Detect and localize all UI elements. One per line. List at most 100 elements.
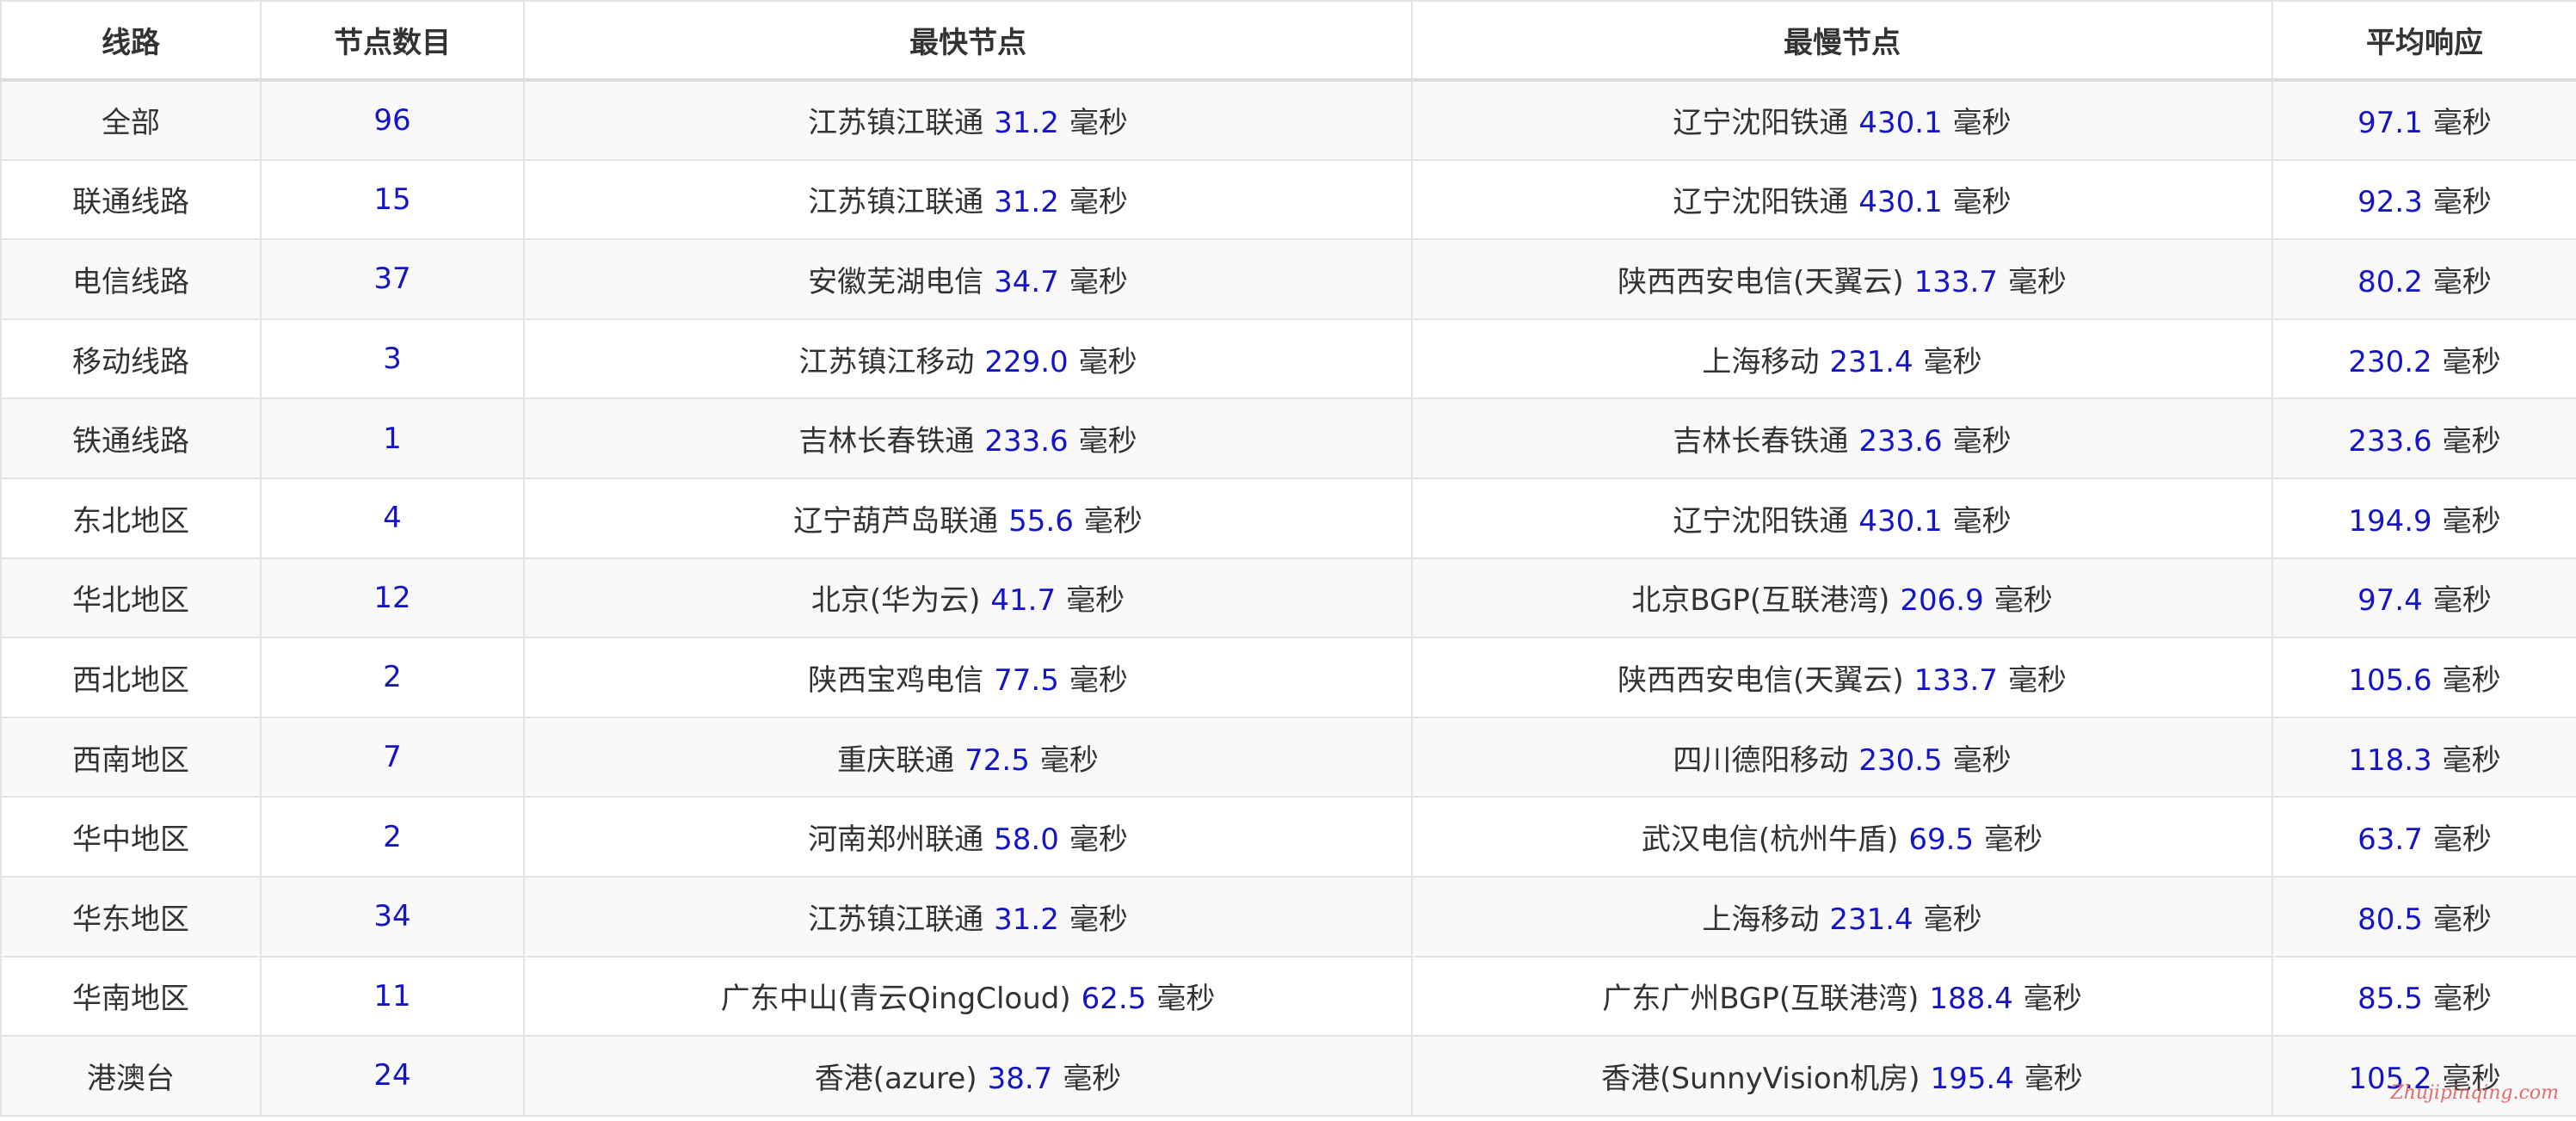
slowest-node-cell: 北京BGP(互联港湾) 206.9 毫秒 (1411, 557, 2273, 639)
slowest-node-ms: 231.4 (1829, 902, 1914, 937)
route-name: 移动线路 (72, 344, 189, 379)
average-response-ms: 105.6 (2348, 662, 2432, 698)
average-response-cell: 97.4 毫秒 (2271, 557, 2576, 639)
fastest-node-name: 辽宁葫芦岛联通 (793, 503, 999, 539)
slowest-node-name: 辽宁沈阳铁通 (1673, 503, 1849, 539)
average-response-cell: 97.1 毫秒 (2271, 79, 2576, 161)
fastest-node-ms: 34.7 (994, 264, 1059, 299)
slowest-node-cell: 陕西西安电信(天翼云) 133.7 毫秒 (1411, 238, 2273, 320)
slowest-node-cell: 四川德阳移动 230.5 毫秒 (1411, 716, 2273, 798)
slowest-node-unit: 毫秒 (1952, 742, 2012, 778)
fastest-node-name: 重庆联通 (837, 742, 955, 778)
fastest-node-cell: 江苏镇江移动 229.0 毫秒 (523, 317, 1413, 400)
slowest-node-cell: 上海移动 231.4 毫秒 (1411, 875, 2273, 958)
average-response-ms: 97.4 (2357, 583, 2423, 619)
fastest-node-name: 江苏镇江移动 (798, 344, 975, 379)
average-response-cell: 194.9 毫秒 (2271, 477, 2576, 559)
fastest-node-ms: 31.2 (994, 185, 1059, 220)
fastest-node-ms: 229.0 (984, 344, 1069, 379)
node-count-value: 2 (383, 819, 402, 854)
fastest-node-cell: 辽宁葫芦岛联通 55.6 毫秒 (523, 477, 1413, 559)
node-count-cell: 2 (260, 637, 525, 718)
slowest-node-name: 陕西西安电信(天翼云) (1618, 662, 1904, 698)
route-name: 全部 (102, 106, 160, 141)
fastest-node-ms: 31.2 (994, 106, 1059, 141)
slowest-node-ms: 206.9 (1900, 583, 1984, 619)
average-response-cell: 80.2 毫秒 (2271, 238, 2576, 320)
slowest-node-ms: 233.6 (1858, 424, 1943, 459)
fastest-node-ms: 31.2 (994, 902, 1059, 937)
average-response-unit: 毫秒 (2432, 822, 2492, 858)
slowest-node-ms: 195.4 (1930, 1061, 2014, 1096)
table-body: 全部 96 江苏镇江联通 31.2 毫秒 辽宁沈阳铁通 430.1 毫秒 97.1 毫秒 联通线路 1… (0, 79, 2576, 1117)
slowest-node-ms: 230.5 (1858, 742, 1943, 778)
fastest-node-cell: 吉林长春铁通 233.6 毫秒 (523, 397, 1413, 479)
node-count-cell: 1 (260, 397, 525, 479)
node-count-value: 15 (373, 182, 411, 217)
fastest-node-name: 陕西宝鸡电信 (808, 662, 984, 698)
fastest-node-unit: 毫秒 (1069, 106, 1128, 141)
fastest-node-cell: 江苏镇江联通 31.2 毫秒 (523, 79, 1413, 161)
slowest-node-cell: 陕西西安电信(天翼云) 133.7 毫秒 (1411, 637, 2273, 718)
slowest-node-unit: 毫秒 (2007, 264, 2067, 299)
slowest-node-unit: 毫秒 (2023, 982, 2082, 1017)
fastest-node-unit: 毫秒 (1156, 982, 1216, 1017)
route-name: 华中地区 (72, 822, 189, 858)
node-count-value: 4 (383, 501, 402, 536)
table-row: 西南地区 7 重庆联通 72.5 毫秒 四川德阳移动 230.5 毫秒 118.3 毫秒 (0, 716, 2576, 798)
slowest-node-ms: 430.1 (1858, 503, 1943, 539)
slowest-node-name: 陕西西安电信(天翼云) (1618, 264, 1904, 299)
table-row: 华北地区 12 北京(华为云) 41.7 毫秒 北京BGP(互联港湾) 206.9 毫秒 97.… (0, 557, 2576, 639)
fastest-node-unit: 毫秒 (1066, 583, 1125, 619)
slowest-node-ms: 188.4 (1929, 982, 2013, 1017)
route-cell: 全部 (0, 79, 262, 161)
slowest-node-name: 香港(SunnyVision机房) (1601, 1061, 1920, 1096)
route-name: 联通线路 (72, 185, 189, 220)
average-response-ms: 233.6 (2348, 424, 2432, 459)
fastest-node-ms: 38.7 (987, 1061, 1053, 1096)
fastest-node-cell: 江苏镇江联通 31.2 毫秒 (523, 875, 1413, 958)
slowest-node-name: 四川德阳移动 (1673, 742, 1849, 778)
average-response-unit: 毫秒 (2432, 264, 2492, 299)
fastest-node-unit: 毫秒 (1083, 503, 1143, 539)
average-response-unit: 毫秒 (2432, 106, 2492, 141)
average-response-ms: 97.1 (2357, 106, 2423, 141)
route-cell: 华中地区 (0, 796, 262, 878)
node-count-value: 96 (373, 102, 411, 138)
average-response-ms: 85.5 (2357, 982, 2423, 1017)
slowest-node-cell: 辽宁沈阳铁通 430.1 毫秒 (1411, 158, 2273, 241)
slowest-node-cell: 吉林长春铁通 233.6 毫秒 (1411, 397, 2273, 479)
fastest-node-cell: 北京(华为云) 41.7 毫秒 (523, 557, 1413, 639)
route-cell: 华东地区 (0, 875, 262, 958)
fastest-node-name: 江苏镇江联通 (808, 185, 984, 220)
fastest-node-unit: 毫秒 (1069, 662, 1128, 698)
slowest-node-unit: 毫秒 (2007, 662, 2067, 698)
node-count-value: 12 (373, 580, 411, 615)
route-cell: 港澳台 (0, 1035, 262, 1117)
average-response-ms: 92.3 (2357, 185, 2423, 220)
watermark: Zhujipinqing.com (2390, 1082, 2559, 1104)
node-count-value: 7 (383, 740, 402, 775)
fastest-node-cell: 河南郑州联通 58.0 毫秒 (523, 796, 1413, 878)
slowest-node-unit: 毫秒 (1952, 106, 2012, 141)
fastest-node-unit: 毫秒 (1078, 424, 1137, 459)
node-count-cell: 7 (260, 716, 525, 798)
average-response-unit: 毫秒 (2442, 503, 2501, 539)
slowest-node-unit: 毫秒 (1923, 344, 1982, 379)
table-row: 全部 96 江苏镇江联通 31.2 毫秒 辽宁沈阳铁通 430.1 毫秒 97.1 毫秒 (0, 79, 2576, 161)
route-name: 东北地区 (72, 503, 189, 539)
slowest-node-name: 北京BGP(互联港湾) (1631, 583, 1890, 619)
average-response-unit: 毫秒 (2432, 583, 2492, 619)
fastest-node-cell: 重庆联通 72.5 毫秒 (523, 716, 1413, 798)
fastest-node-name: 北京(华为云) (810, 583, 981, 619)
average-response-unit: 毫秒 (2442, 344, 2501, 379)
fastest-node-cell: 陕西宝鸡电信 77.5 毫秒 (523, 637, 1413, 718)
table-row: 港澳台 24 香港(azure) 38.7 毫秒 香港(SunnyVision机房) 195… (0, 1035, 2576, 1117)
fastest-node-name: 广东中山(青云QingCloud) (720, 982, 1071, 1017)
average-response-unit: 毫秒 (2442, 424, 2501, 459)
fastest-node-unit: 毫秒 (1078, 344, 1137, 379)
slowest-node-cell: 广东广州BGP(互联港湾) 188.4 毫秒 (1411, 955, 2273, 1038)
slowest-node-unit: 毫秒 (1952, 503, 2012, 539)
average-response-ms: 118.3 (2348, 742, 2432, 778)
route-name: 华东地区 (72, 902, 189, 937)
